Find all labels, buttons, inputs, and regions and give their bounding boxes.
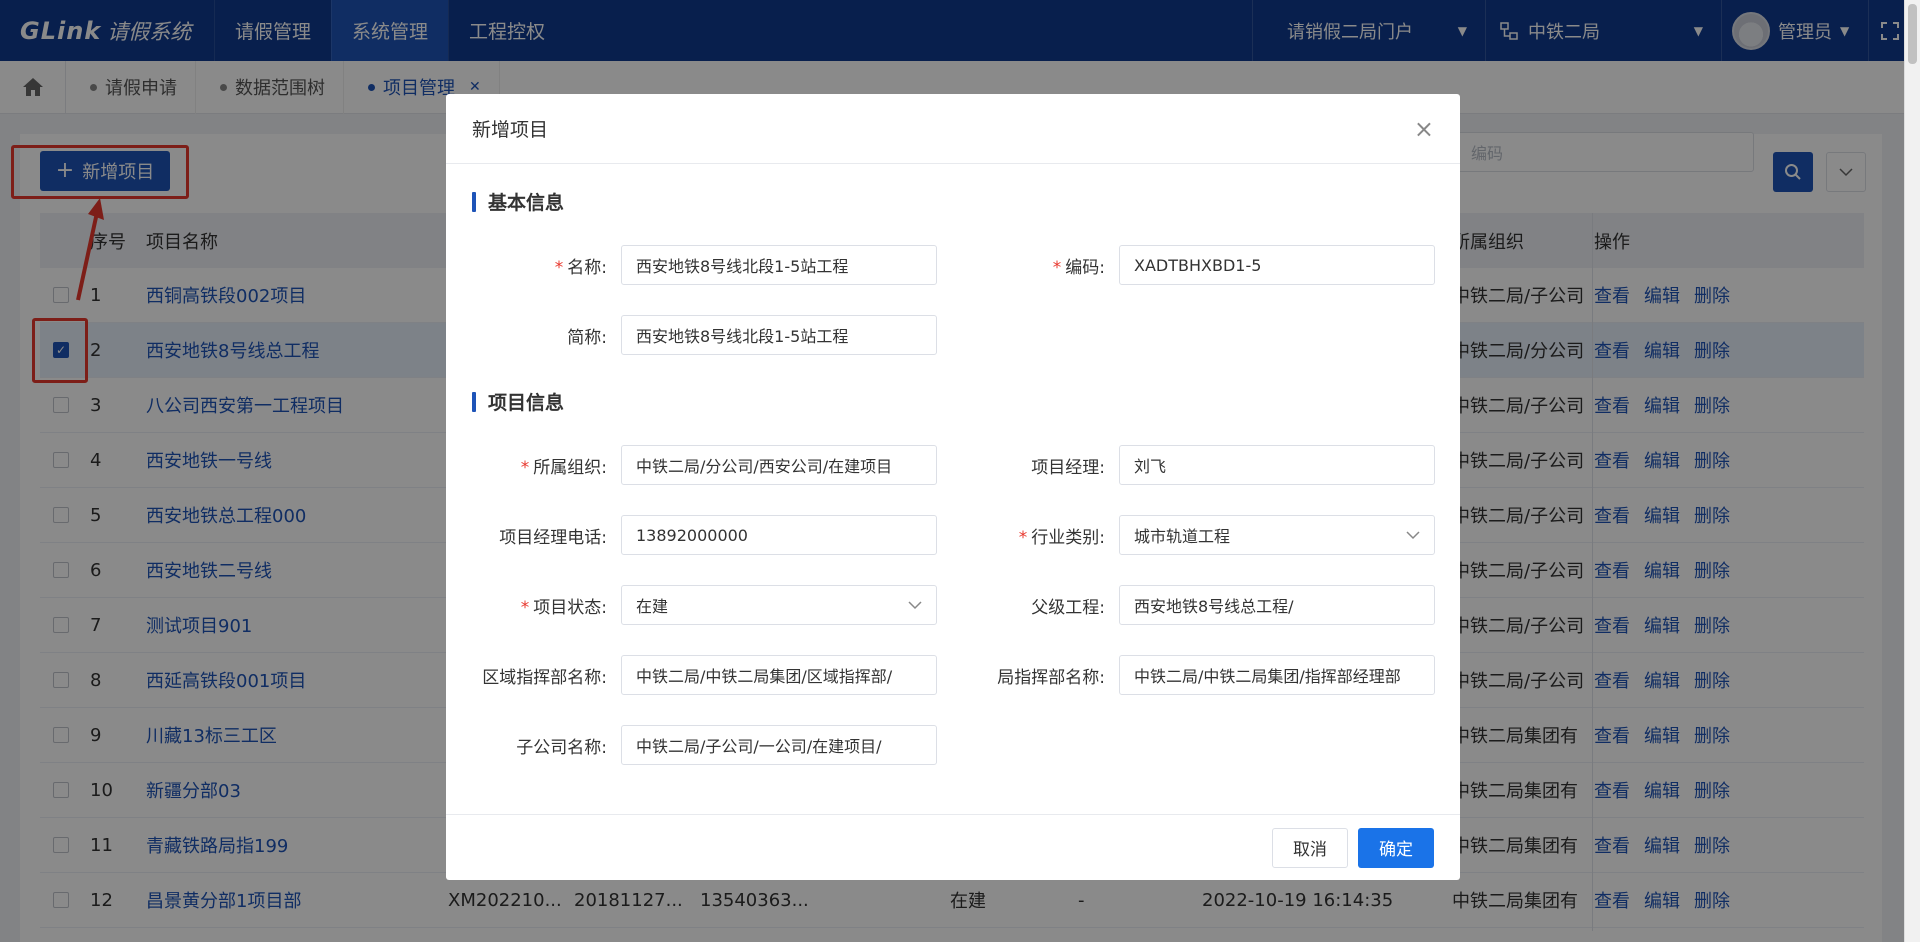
manager-input[interactable]: 刘飞 [1119,445,1435,485]
field-label: 项目经理: [1031,457,1105,478]
section-title: 项目信息 [488,392,565,414]
field-org: * 所属组织: 中铁二局/分公司/西安公司/在建项目 [446,445,937,485]
field-label: 行业类别: [1031,527,1105,548]
field-label: 所属组织: [533,457,607,478]
field-subsidiary: 子公司名称: 中铁二局/子公司/一公司/在建项目/ [446,725,937,765]
scrollbar-thumb[interactable] [1908,4,1917,64]
section-basic-info: 基本信息 [472,188,564,215]
field-industry: * 行业类别: 城市轨道工程 [944,515,1435,555]
field-code: * 编码: XADTBHXBD1-5 [944,245,1435,285]
field-label: 父级工程: [1031,597,1105,618]
status-value: 在建 [636,597,669,616]
field-label: 简称: [567,327,607,348]
close-icon[interactable]: × [1414,115,1434,143]
field-manager: 项目经理: 刘飞 [944,445,1435,485]
dialog-header: 新增项目 × [446,94,1460,164]
manager-phone-input[interactable]: 13892000000 [621,515,937,555]
cancel-button[interactable]: 取消 [1272,827,1348,868]
field-label: 局指挥部名称: [997,667,1105,688]
field-parent-project: 父级工程: 西安地铁8号线总工程/ [944,585,1435,625]
field-label: 项目经理电话: [499,527,607,548]
short-name-input[interactable]: 西安地铁8号线北段1-5站工程 [621,315,937,355]
page-scrollbar[interactable] [1904,0,1920,942]
industry-select[interactable]: 城市轨道工程 [1119,515,1435,555]
dialog-title: 新增项目 [472,119,549,141]
field-label: 项目状态: [533,597,607,618]
subsidiary-input[interactable]: 中铁二局/子公司/一公司/在建项目/ [621,725,937,765]
chevron-down-icon [908,600,922,609]
code-input[interactable]: XADTBHXBD1-5 [1119,245,1435,285]
field-manager-phone: 项目经理电话: 13892000000 [446,515,937,555]
field-label: 区域指挥部名称: [482,667,607,688]
section-bar [472,191,476,212]
section-project-info: 项目信息 [472,388,564,415]
add-project-dialog: 新增项目 × 基本信息 * 名称: 西安地铁8号线北段1-5站工程 * 编码: XA… [446,94,1460,880]
industry-value: 城市轨道工程 [1134,527,1231,546]
org-input[interactable]: 中铁二局/分公司/西安公司/在建项目 [621,445,937,485]
field-label: 名称: [567,257,607,278]
chevron-down-icon [1406,530,1420,539]
section-bar [472,391,476,412]
field-name: * 名称: 西安地铁8号线北段1-5站工程 [446,245,937,285]
field-region-hq: 区域指挥部名称: 中铁二局/中铁二局集团/区域指挥部/ [446,655,937,695]
parent-project-input[interactable]: 西安地铁8号线总工程/ [1119,585,1435,625]
field-status: * 项目状态: 在建 [446,585,937,625]
name-input[interactable]: 西安地铁8号线北段1-5站工程 [621,245,937,285]
section-title: 基本信息 [488,192,565,214]
field-label: 编码: [1065,257,1105,278]
field-short-name: 简称: 西安地铁8号线北段1-5站工程 [446,315,937,355]
region-hq-input[interactable]: 中铁二局/中铁二局集团/区域指挥部/ [621,655,937,695]
bureau-hq-input[interactable]: 中铁二局/中铁二局集团/指挥部经理部 [1119,655,1435,695]
confirm-button[interactable]: 确定 [1358,827,1434,868]
field-label: 子公司名称: [516,737,607,758]
dialog-footer: 取消 确定 [446,814,1460,880]
field-bureau-hq: 局指挥部名称: 中铁二局/中铁二局集团/指挥部经理部 [944,655,1435,695]
status-select[interactable]: 在建 [621,585,937,625]
